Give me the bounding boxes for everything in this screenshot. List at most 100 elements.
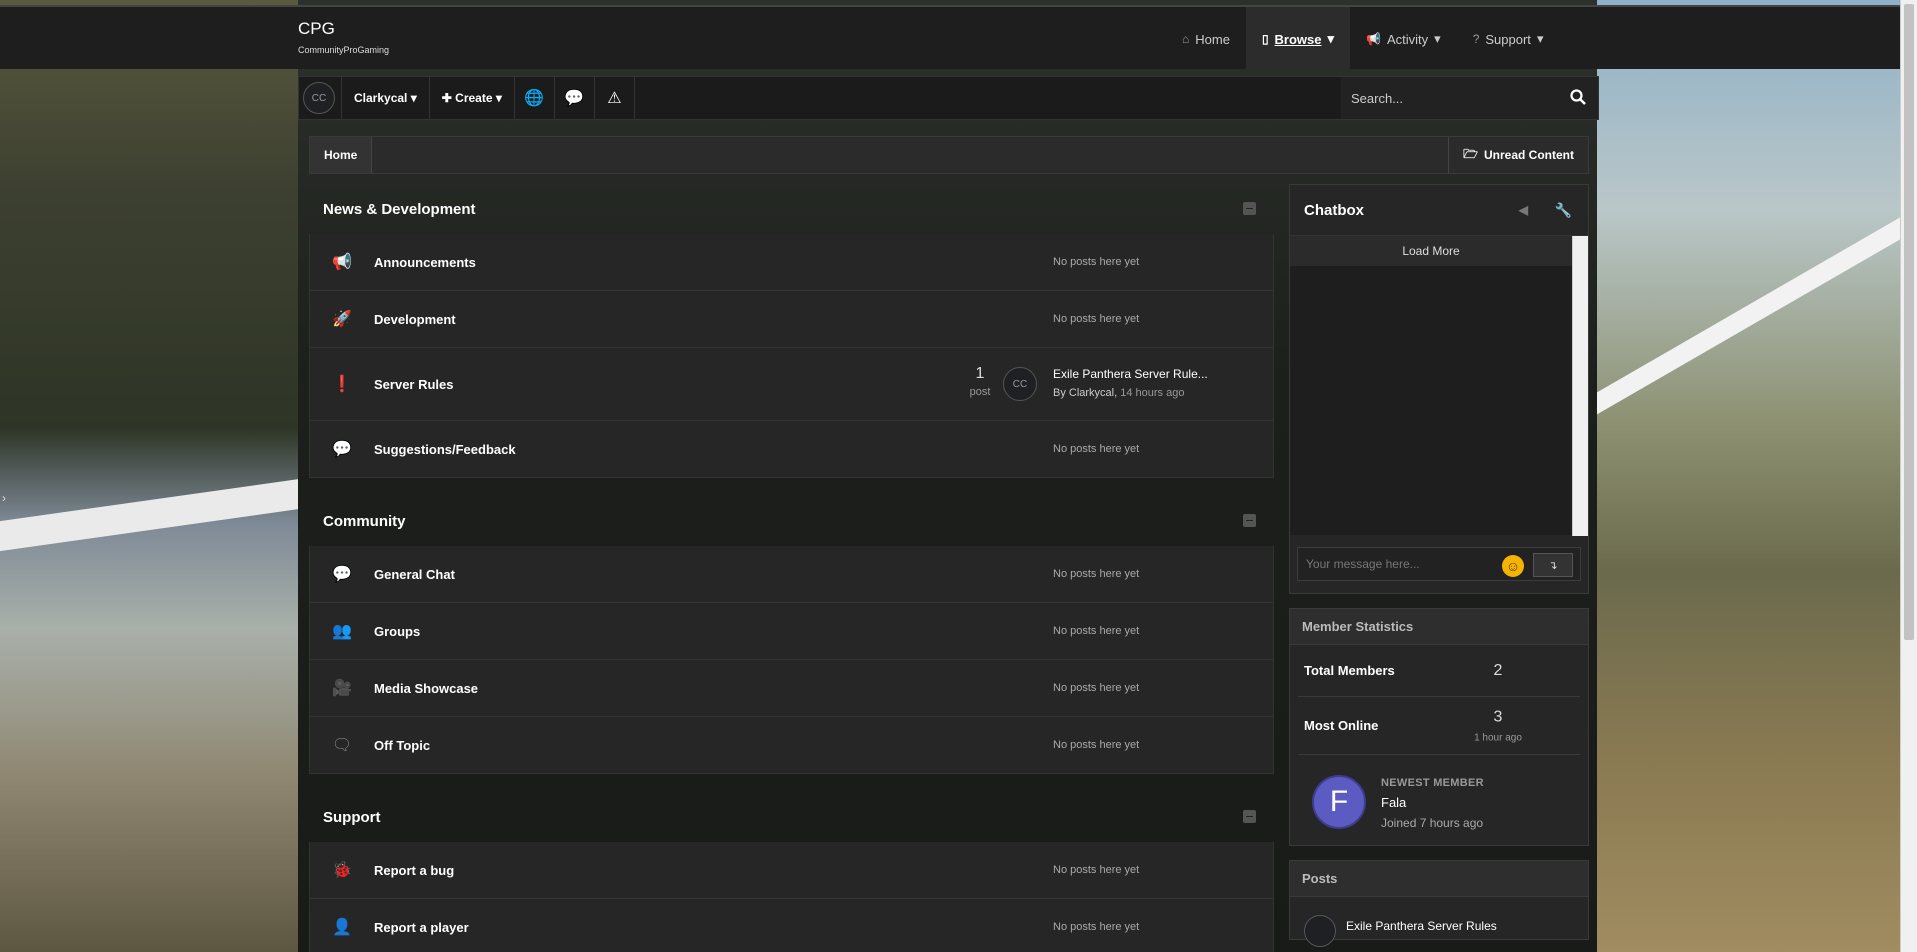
forum-index: News & Development 📢 Announcements No po… <box>309 184 1274 952</box>
forum-title[interactable]: Announcements <box>374 255 476 270</box>
send-button[interactable]: ↴ <box>1533 553 1573 577</box>
forum-status: No posts here yet <box>1053 864 1140 876</box>
caret-down-icon: ▾ <box>1434 31 1441 46</box>
caret-down-icon: ▾ <box>495 91 502 105</box>
load-more-button[interactable]: Load More <box>1290 236 1572 266</box>
category-news-development: News & Development 📢 Announcements No po… <box>309 184 1274 478</box>
post-title[interactable]: Exile Panthera Server Rules <box>1346 919 1497 933</box>
forum-title[interactable]: Development <box>374 312 456 327</box>
avatar[interactable] <box>1304 915 1336 947</box>
forum-title[interactable]: Suggestions/Feedback <box>374 442 516 457</box>
comments-icon[interactable]: 💬 <box>555 76 595 120</box>
newest-member: F NEWEST MEMBER Fala Joined 7 hours ago <box>1290 755 1588 845</box>
globe-icon[interactable]: 🌐 <box>515 76 555 120</box>
collapse-toggle-icon[interactable] <box>1243 810 1256 823</box>
forum-title[interactable]: Groups <box>374 624 420 639</box>
video-icon: 🎥 <box>332 680 352 697</box>
category-title: Community <box>309 496 1274 546</box>
avatar[interactable]: F <box>1312 775 1366 829</box>
nav-support[interactable]: ? Support ▾ <box>1457 7 1560 71</box>
forum-title[interactable]: Report a player <box>374 920 469 935</box>
stat-total-members: Total Members 2 <box>1298 645 1580 697</box>
comment-icon: 💬 <box>332 441 352 458</box>
folder-open-icon: 🗁 <box>1463 146 1478 161</box>
chatbox: Chatbox ◀ 🔧 Load More ☺ ↴ <box>1289 184 1589 594</box>
sound-icon[interactable]: ◀ <box>1519 203 1528 217</box>
posts-widget: Posts Exile Panthera Server Rules <box>1289 860 1589 947</box>
forum-row[interactable]: 💬 Suggestions/Feedback No posts here yet <box>309 421 1274 478</box>
collapse-toggle-icon[interactable] <box>1243 514 1256 527</box>
page-scrollbar[interactable] <box>1900 0 1917 952</box>
chat-message-input[interactable] <box>1298 557 1488 571</box>
comments-icon: 🗨 <box>331 737 353 754</box>
forum-title[interactable]: Server Rules <box>374 377 454 392</box>
forum-title[interactable]: Report a bug <box>374 863 454 878</box>
forum-row[interactable]: 👥 Groups No posts here yet <box>309 603 1274 660</box>
emoji-icon[interactable]: ☺ <box>1502 555 1524 577</box>
chat-messages[interactable]: Load More <box>1290 235 1588 536</box>
avatar[interactable]: CC <box>303 82 335 114</box>
newest-member-name[interactable]: Fala <box>1381 795 1406 810</box>
top-navbar: CPG CommunityProGaming ⌂ Home ▯ Browse ▾… <box>0 5 1900 71</box>
last-post: Exile Panthera Server Rule... By Clarkyc… <box>1053 367 1208 399</box>
nav-browse[interactable]: ▯ Browse ▾ <box>1245 7 1351 71</box>
forum-row[interactable]: ❗ Server Rules 1 post CC Exile Panthera … <box>309 348 1274 421</box>
last-post-time: 14 hours ago <box>1120 387 1185 399</box>
last-post-title[interactable]: Exile Panthera Server Rule... <box>1053 367 1208 381</box>
category-community: Community 💬 General Chat No posts here y… <box>309 496 1274 774</box>
forum-title[interactable]: Off Topic <box>374 738 430 753</box>
avatar[interactable]: CC <box>1003 367 1037 401</box>
forum-row[interactable]: 💬 General Chat No posts here yet <box>309 546 1274 603</box>
forum-row[interactable]: 🎥 Media Showcase No posts here yet <box>309 660 1274 717</box>
site-title: CPG <box>298 19 335 38</box>
caret-down-icon: ▾ <box>1327 31 1335 46</box>
nav-activity[interactable]: 📢 Activity ▾ <box>1350 7 1457 71</box>
forum-status: No posts here yet <box>1053 256 1140 268</box>
user-bar: CC Clarkycal ▾ ✚ Create ▾ 🌐 💬 ⚠ <box>298 76 1599 120</box>
forum-status: No posts here yet <box>1053 313 1140 325</box>
stat-most-online: Most Online 3 1 hour ago <box>1298 697 1580 755</box>
posts-title: Posts <box>1290 861 1588 897</box>
forum-title[interactable]: Media Showcase <box>374 681 478 696</box>
forum-row[interactable]: 📢 Announcements No posts here yet <box>309 234 1274 291</box>
nav-home[interactable]: ⌂ Home <box>1166 7 1246 71</box>
forum-status: No posts here yet <box>1053 568 1140 580</box>
forum-status: No posts here yet <box>1053 921 1140 933</box>
search-input[interactable] <box>1341 90 1551 106</box>
member-statistics: Member Statistics Total Members 2 Most O… <box>1289 608 1589 846</box>
chat-scrollbar[interactable] <box>1572 236 1588 536</box>
forum-status: No posts here yet <box>1053 739 1140 751</box>
category-support: Support 🐞 Report a bug No posts here yet… <box>309 792 1274 952</box>
forum-row[interactable]: 🗨 Off Topic No posts here yet <box>309 717 1274 774</box>
sidebar: Chatbox ◀ 🔧 Load More ☺ ↴ Member Statist… <box>1289 184 1589 952</box>
last-post-author[interactable]: By Clarkycal, <box>1053 387 1117 399</box>
forum-row[interactable]: 🚀 Development No posts here yet <box>309 291 1274 348</box>
scrollbar-thumb[interactable] <box>1904 4 1914 640</box>
users-icon: 👥 <box>332 623 352 640</box>
forum-title[interactable]: General Chat <box>374 567 455 582</box>
breadcrumb: Home 🗁 Unread Content <box>309 136 1589 174</box>
forum-row[interactable]: 🐞 Report a bug No posts here yet <box>309 842 1274 899</box>
search-bar <box>1341 77 1598 119</box>
unread-content-link[interactable]: 🗁 Unread Content <box>1448 137 1588 173</box>
file-icon: ▯ <box>1261 32 1269 46</box>
chat-input-row: ☺ ↴ <box>1290 535 1588 593</box>
forum-status: No posts here yet <box>1053 682 1140 694</box>
main-nav: ⌂ Home ▯ Browse ▾ 📢 Activity ▾ ? Support… <box>1166 7 1559 71</box>
user-icon: 👤 <box>332 919 352 936</box>
search-icon[interactable] <box>1570 89 1586 105</box>
category-title: News & Development <box>309 184 1274 234</box>
create-menu[interactable]: ✚ Create ▾ <box>430 76 515 120</box>
exclamation-icon: ❗ <box>332 376 352 393</box>
caret-down-icon: ▾ <box>1536 31 1544 46</box>
collapse-toggle-icon[interactable] <box>1243 202 1256 215</box>
site-logo[interactable]: CPG CommunityProGaming <box>298 19 389 55</box>
breadcrumb-home[interactable]: Home <box>310 137 373 173</box>
warning-icon[interactable]: ⚠ <box>595 76 635 120</box>
site-subtitle: CommunityProGaming <box>298 45 390 55</box>
user-menu[interactable]: Clarkycal ▾ <box>341 76 430 120</box>
wrench-icon[interactable]: 🔧 <box>1555 202 1572 219</box>
forum-row[interactable]: 👤 Report a player No posts here yet <box>309 899 1274 952</box>
chevron-right-icon[interactable]: › <box>2 491 6 505</box>
chatbox-header: Chatbox ◀ 🔧 <box>1304 201 1572 219</box>
